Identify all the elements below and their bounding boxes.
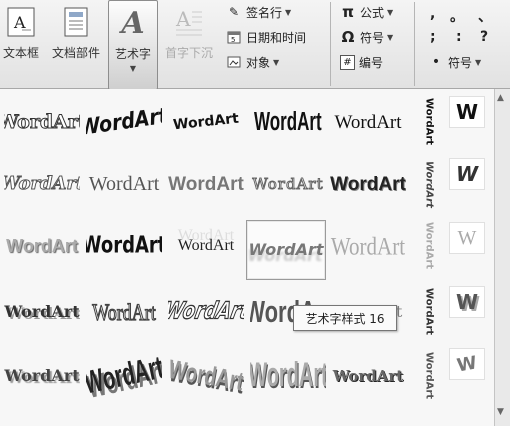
chevron-down-icon: ▼: [273, 57, 280, 67]
text-box-button[interactable]: A 文本框: [0, 0, 42, 88]
object-icon: [226, 54, 242, 70]
quick-parts-icon: [59, 4, 93, 40]
wordart-style-34[interactable]: WordArt: [416, 348, 442, 404]
drop-cap-icon: A: [172, 4, 206, 40]
wordart-style-28[interactable]: W: [449, 286, 485, 318]
wordart-style-12[interactable]: WordArt: [330, 156, 406, 212]
wordart-style-31[interactable]: WordArt: [168, 348, 244, 404]
number-button[interactable]: # 编号: [340, 52, 383, 72]
semicolon-button[interactable]: ;: [430, 29, 436, 45]
wordart-style-3[interactable]: WordArt: [168, 94, 244, 150]
drop-cap-label: 首字下沉: [164, 46, 213, 60]
signature-line-label: 签名行: [246, 5, 283, 20]
symbol-label: 符号: [360, 30, 385, 45]
text-box-icon: A: [4, 4, 38, 40]
symbol-icon: Ω: [341, 28, 355, 46]
period-button[interactable]: 。: [450, 6, 464, 26]
svg-text:5: 5: [231, 36, 235, 44]
wordart-button[interactable]: A 艺术字 ▼: [108, 0, 158, 90]
special-symbol-button[interactable]: • 符号 ▼: [428, 52, 481, 72]
chevron-down-icon: ▼: [387, 32, 394, 42]
equation-icon: π: [342, 3, 354, 21]
wordart-style-35[interactable]: W: [449, 348, 485, 380]
enumeration-comma-button[interactable]: 、: [478, 6, 492, 26]
wordart-style-32[interactable]: WordArt: [250, 348, 326, 404]
svg-text:A: A: [13, 13, 26, 32]
signature-line-icon: ✎: [228, 5, 240, 19]
ribbon: A 文本框 文档部件 A 艺术字 ▼ A 首字下沉 ✎ 签名行 ▼ 5 日期和时…: [0, 0, 510, 90]
wordart-style-2[interactable]: WordArt: [86, 94, 162, 150]
scroll-up-icon[interactable]: ▲: [497, 93, 504, 103]
chevron-down-icon: ▼: [387, 7, 394, 17]
wordart-style-21[interactable]: W: [449, 222, 485, 254]
colon-button[interactable]: :: [456, 29, 462, 45]
chevron-down-icon: ▼: [129, 64, 137, 73]
wordart-style-24[interactable]: WordArt: [168, 284, 244, 340]
number-label: 编号: [359, 55, 384, 70]
wordart-style-8[interactable]: WordArt: [4, 156, 80, 212]
wordart-style-11[interactable]: WordArt: [250, 156, 326, 212]
svg-text:A: A: [175, 7, 191, 31]
special-symbol-icon: •: [431, 54, 441, 70]
scroll-down-icon[interactable]: ▼: [497, 407, 504, 417]
group-divider: [414, 2, 415, 86]
wordart-label: 艺术字: [114, 47, 151, 61]
wordart-style-30[interactable]: WordArt: [86, 348, 162, 404]
drop-cap-button[interactable]: A 首字下沉: [158, 0, 220, 88]
comma-button[interactable]: ,: [430, 6, 435, 22]
style-tooltip: 艺术字样式 16: [293, 305, 397, 331]
date-time-icon: 5: [226, 29, 242, 45]
wordart-style-33[interactable]: WordArt: [330, 348, 406, 404]
wordart-style-4[interactable]: WordArt: [250, 94, 326, 150]
question-mark-button[interactable]: ?: [480, 29, 488, 45]
wordart-style-6[interactable]: WordArt: [416, 94, 442, 150]
wordart-style-selected[interactable]: WordArt: [246, 220, 326, 280]
number-icon: #: [340, 54, 355, 70]
chevron-down-icon: ▼: [475, 57, 482, 67]
wordart-style-27[interactable]: WordArt: [416, 284, 442, 340]
wordart-style-23[interactable]: WordArt: [86, 284, 162, 340]
wordart-style-16[interactable]: WordArt: [86, 218, 162, 274]
text-box-label: 文本框: [2, 46, 39, 60]
wordart-style-14[interactable]: W: [449, 158, 485, 190]
quick-parts-button[interactable]: 文档部件: [46, 0, 106, 88]
object-label: 对象: [246, 55, 271, 70]
wordart-style-5[interactable]: WordArt: [330, 94, 406, 150]
equation-button[interactable]: π 公式 ▼: [340, 2, 393, 22]
equation-label: 公式: [360, 5, 385, 20]
wordart-style-19[interactable]: WordArt: [330, 218, 406, 274]
wordart-style-10[interactable]: WordArt: [168, 156, 244, 212]
wordart-style-20[interactable]: WordArt: [416, 218, 442, 274]
object-button[interactable]: 对象 ▼: [226, 52, 279, 72]
wordart-style-29[interactable]: WordArt: [4, 348, 80, 404]
date-time-label: 日期和时间: [246, 30, 307, 45]
wordart-style-22[interactable]: WordArt: [4, 284, 80, 340]
wordart-style-9[interactable]: WordArt: [86, 156, 162, 212]
chevron-down-icon: ▼: [285, 7, 292, 17]
date-time-button[interactable]: 5 日期和时间: [226, 27, 306, 47]
symbol-button[interactable]: Ω 符号 ▼: [340, 27, 394, 47]
wordart-style-15[interactable]: WordArt: [4, 218, 80, 274]
special-symbol-label: 符号: [448, 55, 473, 70]
wordart-style-13[interactable]: WordArt: [416, 156, 442, 212]
quick-parts-label: 文档部件: [51, 46, 100, 60]
gallery-scrollbar[interactable]: ▲ ▼: [494, 89, 510, 426]
wordart-style-7[interactable]: W: [449, 96, 485, 128]
wordart-style-1[interactable]: WordArt: [4, 94, 80, 150]
group-divider: [330, 2, 331, 86]
signature-line-button[interactable]: ✎ 签名行 ▼: [226, 2, 291, 22]
wordart-icon: A: [121, 5, 145, 41]
wordart-style-17[interactable]: WordArt: [168, 218, 244, 274]
